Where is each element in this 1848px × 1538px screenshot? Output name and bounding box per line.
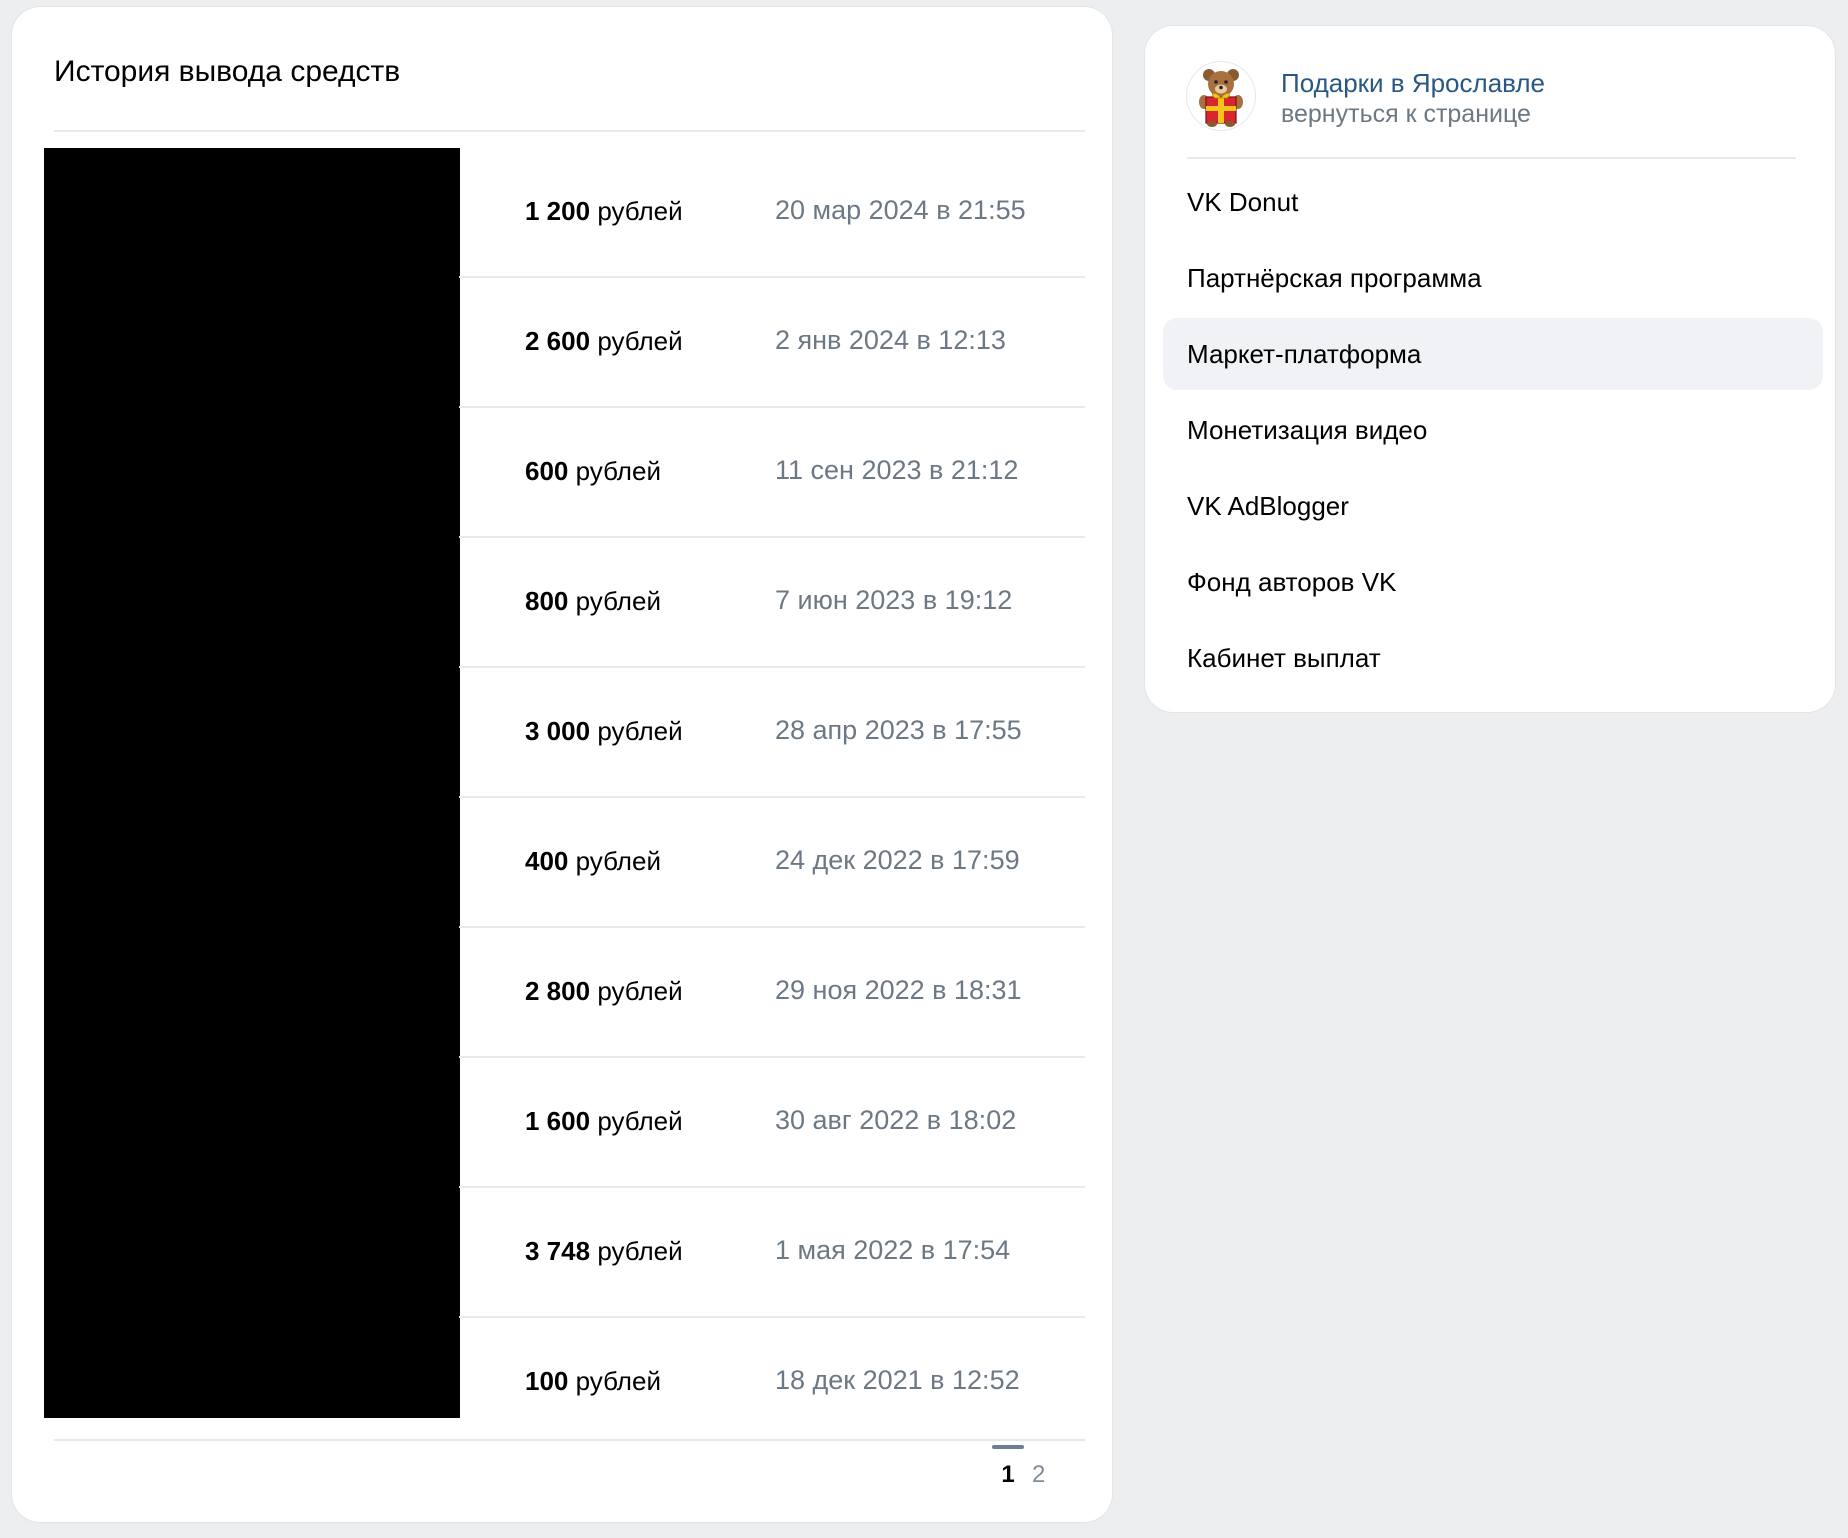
sidebar-menu: VK Donut Партнёрская программа Маркет-пл… [1163, 166, 1823, 698]
amount-value: 3 748 [525, 1236, 591, 1266]
amount-value: 1 600 [525, 1106, 591, 1136]
withdrawal-date: 30 авг 2022 в 18:02 [775, 1105, 1017, 1135]
sidebar-item-payouts-cabinet[interactable]: Кабинет выплат [1163, 622, 1823, 694]
amount-unit: рублей [597, 196, 683, 226]
back-to-page-link[interactable]: вернуться к странице [1281, 100, 1531, 129]
amount-value: 1 200 [525, 196, 591, 226]
withdrawal-date: 24 дек 2022 в 17:59 [775, 845, 1020, 875]
withdrawal-date: 29 ноя 2022 в 18:31 [775, 975, 1022, 1005]
amount: 800 рублей [525, 586, 661, 617]
sidebar-item-authors-fund[interactable]: Фонд авторов VK [1163, 546, 1823, 618]
amount: 1 200 рублей [525, 196, 683, 227]
amount: 3 748 рублей [525, 1236, 683, 1267]
amount-value: 3 000 [525, 716, 591, 746]
amount-value: 2 600 [525, 326, 591, 356]
amount: 2 800 рублей [525, 976, 683, 1007]
amount-value: 600 [525, 456, 569, 486]
history-row: 600 рублей 11 сен 2023 в 21:12 [459, 408, 1085, 538]
history-row: 800 рублей 7 июн 2023 в 19:12 [459, 538, 1085, 668]
amount-unit: рублей [575, 846, 661, 876]
page-title: История вывода средств [54, 55, 401, 88]
amount-unit: рублей [597, 326, 683, 356]
amount-unit: рублей [597, 1106, 683, 1136]
amount-value: 800 [525, 586, 569, 616]
amount-unit: рублей [575, 586, 661, 616]
history-row: 400 рублей 24 дек 2022 в 17:59 [459, 798, 1085, 928]
header-divider [54, 130, 1085, 132]
amount-unit: рублей [597, 716, 683, 746]
group-header: Подарки в Ярославле вернуться к странице [1187, 62, 1787, 166]
history-row: 100 рублей 18 дек 2021 в 12:52 [459, 1318, 1085, 1446]
amount: 1 600 рублей [525, 1106, 683, 1137]
amount: 2 600 рублей [525, 326, 683, 357]
pagination: 1 2 [990, 1445, 1070, 1495]
sidebar-item-partner-program[interactable]: Партнёрская программа [1163, 242, 1823, 314]
redacted-area [44, 148, 460, 1418]
history-row: 2 600 рублей 2 янв 2024 в 12:13 [459, 278, 1085, 408]
withdrawal-date: 7 июн 2023 в 19:12 [775, 585, 1013, 615]
amount: 400 рублей [525, 846, 661, 877]
withdrawal-date: 1 мая 2022 в 17:54 [775, 1235, 1011, 1265]
amount: 3 000 рублей [525, 716, 683, 747]
history-row: 1 200 рублей 20 мар 2024 в 21:55 [459, 148, 1085, 278]
sidebar-item-vk-adblogger[interactable]: VK AdBlogger [1163, 470, 1823, 542]
withdrawal-history-card: История вывода средств 1 200 рублей 20 м… [12, 7, 1112, 1522]
amount-value: 400 [525, 846, 569, 876]
withdrawal-date: 11 сен 2023 в 21:12 [775, 455, 1019, 485]
withdrawal-date: 20 мар 2024 в 21:55 [775, 195, 1026, 225]
history-row: 2 800 рублей 29 ноя 2022 в 18:31 [459, 928, 1085, 1058]
page-1-link[interactable]: 1 [990, 1445, 1026, 1489]
sidebar-card: Подарки в Ярославле вернуться к странице… [1145, 26, 1835, 712]
withdrawal-date: 2 янв 2024 в 12:13 [775, 325, 1006, 355]
group-name-link[interactable]: Подарки в Ярославле [1281, 68, 1545, 99]
sidebar-item-video-monetization[interactable]: Монетизация видео [1163, 394, 1823, 466]
sidebar-item-market-platform[interactable]: Маркет-платформа [1163, 318, 1823, 390]
history-list: 1 200 рублей 20 мар 2024 в 21:55 2 600 р… [459, 148, 1085, 1446]
withdrawal-date: 18 дек 2021 в 12:52 [775, 1365, 1020, 1395]
amount: 600 рублей [525, 456, 661, 487]
amount-unit: рублей [597, 1236, 683, 1266]
amount: 100 рублей [525, 1366, 661, 1397]
amount-unit: рублей [575, 1366, 661, 1396]
sidebar-item-vk-donut[interactable]: VK Donut [1163, 166, 1823, 238]
history-row: 1 600 рублей 30 авг 2022 в 18:02 [459, 1058, 1085, 1188]
sidebar-divider [1187, 157, 1796, 159]
amount-unit: рублей [597, 976, 683, 1006]
history-row: 3 748 рублей 1 мая 2022 в 17:54 [459, 1188, 1085, 1318]
history-row: 3 000 рублей 28 апр 2023 в 17:55 [459, 668, 1085, 798]
amount-unit: рублей [575, 456, 661, 486]
page-2-link[interactable]: 2 [1032, 1461, 1045, 1489]
amount-value: 100 [525, 1366, 569, 1396]
amount-value: 2 800 [525, 976, 591, 1006]
gift-bear-icon [1199, 69, 1243, 127]
footer-divider [54, 1439, 1085, 1441]
withdrawal-date: 28 апр 2023 в 17:55 [775, 715, 1022, 745]
group-avatar[interactable] [1187, 62, 1255, 130]
